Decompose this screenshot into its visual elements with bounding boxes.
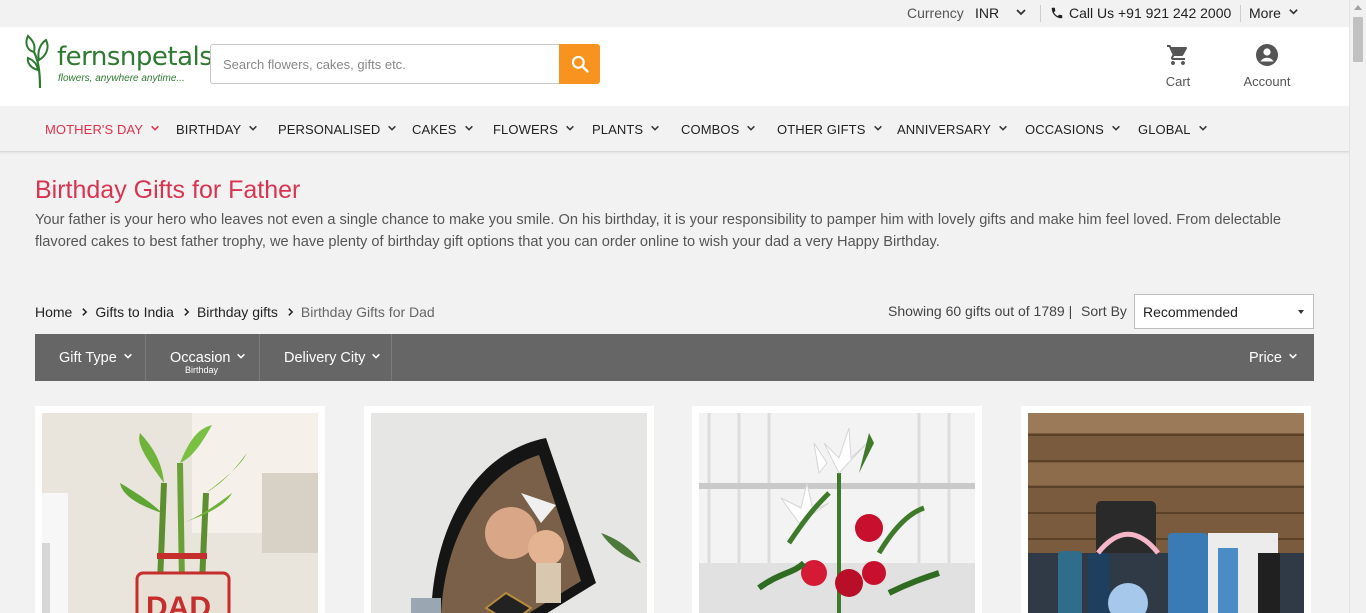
- search-box: [210, 44, 559, 84]
- category-nav: MOTHER'S DAY BIRTHDAY PERSONALISED CAKES…: [0, 106, 1349, 152]
- product-card[interactable]: [692, 406, 982, 613]
- divider: [1040, 5, 1041, 22]
- breadcrumb-gifts-to-india[interactable]: Gifts to India: [95, 304, 174, 320]
- nav-item-plants[interactable]: PLANTS: [592, 122, 660, 137]
- product-image-text: DAD: [146, 591, 211, 613]
- chevron-down-icon: [123, 353, 132, 359]
- search-button[interactable]: [559, 44, 600, 84]
- product-image-photo-frame: [371, 413, 647, 613]
- account-icon: [1256, 44, 1278, 66]
- chevron-down-icon: [372, 353, 381, 359]
- nav-item-other-gifts[interactable]: OTHER GIFTS: [777, 122, 883, 137]
- search-icon: [571, 55, 589, 73]
- chevron-right-icon: [82, 308, 88, 316]
- filter-occasion-selected: Birthday: [185, 365, 219, 375]
- product-image-grooming-kit: [1028, 413, 1304, 613]
- top-utility-bar: Currency INR Call Us +91 921 242 2000 Mo…: [0, 0, 1349, 27]
- chevron-down-icon: [249, 125, 258, 131]
- divider: [1240, 5, 1241, 22]
- caret-down-icon: [1298, 310, 1304, 314]
- chevron-down-icon: [873, 125, 882, 131]
- filter-price[interactable]: Price: [1249, 350, 1298, 366]
- filter-label: Occasion: [170, 350, 231, 366]
- breadcrumb: Home Gifts to India Birthday gifts Birthday…: [35, 304, 435, 320]
- logo-tagline: flowers, anywhere anytime...: [58, 73, 185, 84]
- sort-selected-value: Recommended: [1143, 304, 1238, 320]
- chevron-down-icon: [566, 125, 574, 131]
- site-header: fernsnpetals flowers, anywhere anytime..…: [0, 27, 1349, 106]
- nav-item-anniversary[interactable]: ANNIVERSARY: [897, 122, 1008, 137]
- nav-item-global[interactable]: GLOBAL: [1138, 122, 1208, 137]
- chevron-right-icon: [184, 308, 190, 316]
- account-label: Account: [1243, 74, 1291, 89]
- filter-label: Price: [1248, 350, 1282, 366]
- page-intro: Your father is your hero who leaves not …: [35, 212, 1281, 250]
- product-image[interactable]: [1028, 413, 1304, 613]
- nav-item-combos[interactable]: COMBOS: [681, 122, 756, 137]
- chevron-down-icon: [151, 125, 159, 131]
- product-image[interactable]: [371, 413, 647, 613]
- currency-selector[interactable]: INR: [975, 5, 999, 21]
- cart-label: Cart: [1165, 74, 1191, 89]
- sort-label: Sort By: [1081, 303, 1127, 319]
- filter-delivery-city[interactable]: Delivery City: [260, 334, 392, 381]
- chevron-down-icon: [1198, 125, 1207, 131]
- logo-leaf-icon: [25, 34, 49, 89]
- breadcrumb-current: Birthday Gifts for Dad: [300, 304, 435, 320]
- product-image[interactable]: [699, 413, 975, 613]
- phone-icon: [1051, 7, 1063, 19]
- nav-item-mothers-day[interactable]: MOTHER'S DAY: [45, 122, 160, 137]
- sort-select[interactable]: Recommended: [1134, 294, 1314, 329]
- call-us-link[interactable]: Call Us +91 921 242 2000: [1069, 5, 1231, 21]
- nav-item-cakes[interactable]: CAKES: [412, 122, 474, 137]
- search-input[interactable]: [211, 45, 559, 83]
- filter-occasion[interactable]: Occasion Birthday: [146, 334, 260, 381]
- cart-icon: [1167, 45, 1187, 65]
- product-image[interactable]: DAD: [42, 413, 318, 613]
- filter-label: Gift Type: [59, 350, 117, 366]
- chevron-down-icon: [1112, 125, 1120, 131]
- chevron-right-icon: [288, 308, 294, 316]
- logo[interactable]: fernsnpetals flowers, anywhere anytime..…: [24, 30, 213, 90]
- scroll-up-arrow-icon[interactable]: [1354, 5, 1362, 10]
- product-card[interactable]: DAD: [35, 406, 325, 613]
- chevron-down-icon: [999, 125, 1007, 131]
- page-title: Birthday Gifts for Father: [35, 176, 301, 204]
- chevron-down-icon[interactable]: [1015, 6, 1027, 18]
- filter-label: Delivery City: [284, 350, 366, 366]
- result-count: Showing 60 gifts out of 1789 |: [888, 303, 1073, 319]
- nav-item-birthday[interactable]: BIRTHDAY: [176, 122, 258, 137]
- product-image-lily-arrangement: [699, 413, 975, 613]
- breadcrumb-home[interactable]: Home: [35, 304, 72, 320]
- currency-label: Currency: [907, 5, 964, 21]
- filter-gift-type[interactable]: Gift Type: [35, 334, 146, 381]
- nav-item-occasions[interactable]: OCCASIONS: [1025, 122, 1121, 137]
- chevron-down-icon: [747, 125, 756, 131]
- breadcrumb-birthday-gifts[interactable]: Birthday gifts: [197, 304, 278, 320]
- scrollbar-thumb[interactable]: [1353, 17, 1363, 62]
- account-button[interactable]: Account: [1236, 43, 1298, 89]
- chevron-down-icon: [388, 125, 397, 131]
- cart-button[interactable]: Cart: [1158, 43, 1198, 89]
- nav-item-personalised[interactable]: PERSONALISED: [278, 122, 397, 137]
- filter-bar: Gift Type Occasion Birthday Delivery Cit…: [35, 334, 1314, 381]
- chevron-down-icon: [464, 125, 473, 131]
- product-card[interactable]: [364, 406, 654, 613]
- nav-item-flowers[interactable]: FLOWERS: [493, 122, 575, 137]
- product-card[interactable]: [1021, 406, 1311, 613]
- chevron-down-icon: [651, 125, 660, 131]
- more-menu[interactable]: More: [1249, 5, 1281, 21]
- logo-wordmark: fernsnpetals: [57, 42, 213, 72]
- chevron-down-icon: [1289, 353, 1297, 359]
- page-scrollbar[interactable]: [1349, 0, 1366, 613]
- product-image-lucky-bamboo: DAD: [42, 413, 318, 613]
- chevron-down-icon[interactable]: [1288, 6, 1299, 17]
- chevron-down-icon: [237, 353, 246, 359]
